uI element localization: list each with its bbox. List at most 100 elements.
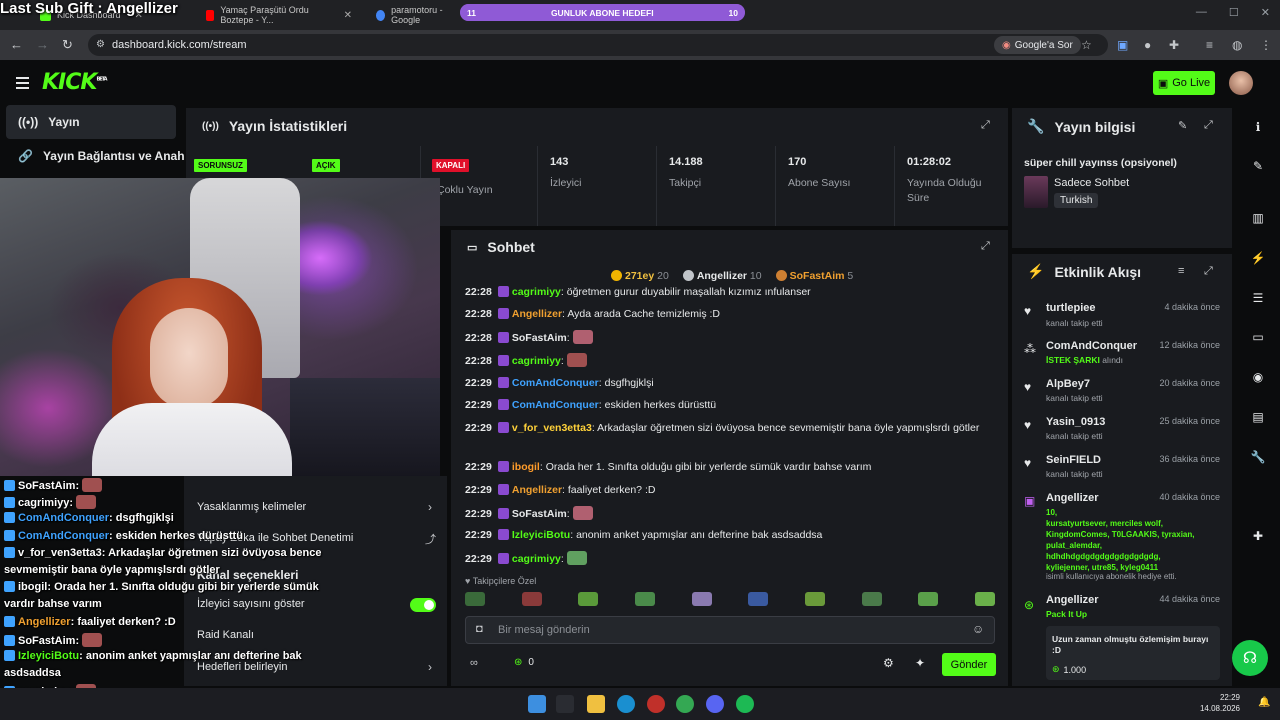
chrome-menu-icon[interactable]: ⋮ — [1260, 38, 1272, 52]
site-info-icon[interactable]: ⚙ — [96, 39, 105, 50]
profile-icon[interactable]: ◍ — [1232, 38, 1242, 52]
chat-message[interactable]: 22:28 Angellizer: Ayda arada Cache temizl… — [465, 307, 995, 322]
wrench-icon[interactable]: 🔧 — [1249, 448, 1267, 466]
sidebar-item-stream-key[interactable]: 🔗Yayın Bağlantısı ve Anahtar — [6, 139, 184, 173]
category-name[interactable]: Sadece Sohbet — [1054, 177, 1129, 189]
emoji-icon[interactable]: ☺ — [972, 622, 984, 636]
obs-icon[interactable] — [647, 695, 665, 713]
windows-start-icon[interactable] — [528, 695, 546, 713]
chat-message[interactable]: 22:29 cagrimiyy: — [465, 551, 995, 567]
chat-username[interactable]: SoFastAim — [512, 332, 567, 344]
external-link-icon[interactable]: ⤴ — [425, 531, 436, 547]
support-headset-icon[interactable]: ☊ — [1232, 640, 1268, 676]
user-avatar[interactable] — [1229, 71, 1253, 95]
hamburger-menu-icon[interactable] — [16, 77, 29, 92]
chat-username[interactable]: ComAndConquer — [512, 399, 599, 411]
send-button[interactable]: Gönder — [942, 653, 996, 676]
chat-users-icon[interactable]: ∞ — [470, 657, 478, 669]
emote-icon[interactable] — [974, 592, 995, 606]
layout-icon[interactable]: ▥ — [1249, 209, 1267, 227]
puzzle-icon[interactable]: ✚ — [1249, 527, 1267, 545]
emote-icon[interactable] — [918, 592, 939, 606]
channel-points[interactable]: ⊛ 0 — [514, 657, 534, 668]
list-icon[interactable]: ☰ — [1249, 289, 1267, 307]
edit-pencil-icon[interactable]: ✎ — [1249, 157, 1267, 175]
extensions-puzzle-icon[interactable]: ✚ — [1169, 38, 1179, 52]
info-icon[interactable]: ℹ — [1249, 118, 1267, 136]
chat-message[interactable]: 22:28 cagrimiyy: öğretmen gurur duyabilir… — [465, 285, 995, 300]
chat-message[interactable]: 22:29 v_for_ven3etta3: Arkadaşlar öğretme… — [465, 421, 995, 436]
browser-tab-google[interactable]: paramotoru - Google — [368, 4, 468, 26]
leader-2[interactable]: Angellizer 10 — [682, 270, 762, 282]
chat-username[interactable]: IzleyiciBotu — [512, 529, 570, 541]
edit-pencil-icon[interactable]: ✎ — [1178, 119, 1187, 132]
chat-message[interactable]: 22:28 SoFastAim: — [465, 330, 995, 346]
emote-icon[interactable] — [521, 592, 542, 606]
chat-username[interactable]: cagrimiyy — [512, 355, 561, 367]
chat-message[interactable]: 22:29 ComAndConquer: dsgfhgjklşi — [465, 376, 995, 391]
badge-icon — [4, 650, 15, 661]
translate-extension-icon[interactable]: ▣ — [1117, 38, 1128, 52]
broadcast-icon[interactable]: ◉ — [1249, 368, 1267, 386]
bookmark-star-icon[interactable]: ☆ — [1081, 38, 1092, 52]
emote-icon[interactable] — [691, 592, 712, 606]
close-window-icon[interactable]: ✕ — [1261, 6, 1270, 19]
chat-mod-tools-icon[interactable]: ✦ — [915, 656, 925, 670]
emote-icon[interactable] — [804, 592, 825, 606]
lightning-icon[interactable]: ⚡ — [1249, 249, 1267, 267]
chat-message[interactable]: 22:28 cagrimiyy: — [465, 353, 995, 369]
browser-tab-youtube[interactable]: Yamaç Paraşütü Ordu Boztepe - Y... ✕ — [198, 4, 360, 26]
emote-icon[interactable] — [578, 592, 599, 606]
chat-username[interactable]: cagrimiyy — [512, 286, 561, 298]
popout-icon[interactable]: ⤢ — [981, 240, 990, 253]
leader-3[interactable]: SoFastAim 5 — [775, 270, 853, 282]
emote-icon[interactable] — [465, 592, 485, 606]
extension-icon[interactable]: ● — [1144, 38, 1151, 52]
reload-icon[interactable]: ↻ — [62, 37, 73, 53]
chat-settings-gear-icon[interactable]: ⚙ — [883, 656, 894, 670]
chat-username[interactable]: Angellizer — [512, 308, 562, 320]
chat-username[interactable]: cagrimiyy — [512, 553, 561, 565]
media-controls-icon[interactable]: ≡ — [1206, 38, 1213, 52]
spotify-icon[interactable] — [736, 695, 754, 713]
layers-icon[interactable]: ▤ — [1249, 408, 1267, 426]
show-viewers-toggle[interactable] — [410, 598, 436, 612]
chat-message-input[interactable]: Bir mesaj gönderin — [465, 616, 995, 644]
back-icon[interactable]: ← — [10, 37, 23, 52]
file-explorer-icon[interactable] — [587, 695, 605, 713]
maximize-icon[interactable]: ☐ — [1229, 6, 1239, 19]
minimize-icon[interactable]: — — [1196, 6, 1207, 19]
chat-shield-icon[interactable]: ◘ — [476, 623, 483, 635]
popout-icon[interactable]: ⤢ — [1204, 119, 1213, 132]
filter-icon[interactable]: ≡ — [1178, 265, 1184, 277]
go-live-button[interactable]: ▣ Go Live — [1153, 71, 1215, 95]
chat-username[interactable]: v_for_ven3etta3 — [512, 422, 592, 434]
chat-username[interactable]: Angellizer — [512, 484, 562, 496]
chat-username[interactable]: SoFastAim — [512, 508, 567, 520]
chat-message[interactable]: 22:29 ibogil: Orada her 1. Sınıfta olduğu… — [465, 460, 995, 475]
popout-icon[interactable]: ⤢ — [981, 119, 990, 132]
emote-icon[interactable] — [861, 592, 882, 606]
discord-icon[interactable] — [706, 695, 724, 713]
task-view-icon[interactable] — [556, 695, 574, 713]
emote-icon[interactable] — [748, 592, 769, 606]
leader-1[interactable]: 271ey 20 — [611, 270, 669, 282]
chrome-icon[interactable] — [676, 695, 694, 713]
notification-bell-icon[interactable]: 🔔 — [1258, 697, 1270, 708]
emote-icon[interactable] — [634, 592, 655, 606]
forward-icon[interactable]: → — [36, 37, 49, 52]
chat-message[interactable]: 22:29 IzleyiciBotu: anonim anket yapmışla… — [465, 528, 995, 543]
chat-username[interactable]: ComAndConquer — [512, 377, 599, 389]
chat-username[interactable]: ibogil — [512, 461, 540, 473]
chat-bubble-icon[interactable]: ▭ — [1249, 328, 1267, 346]
chat-message[interactable]: 22:29 SoFastAim: — [465, 506, 995, 522]
kick-logo[interactable]: KICKBETA — [42, 70, 108, 95]
url-input[interactable]: dashboard.kick.com/stream — [88, 34, 1108, 56]
edge-icon[interactable] — [617, 695, 635, 713]
popout-icon[interactable]: ⤢ — [1204, 265, 1213, 278]
chat-message[interactable]: 22:29 ComAndConquer: eskiden herkes dürüs… — [465, 398, 995, 413]
sidebar-item-stream[interactable]: ((•)) Yayın — [6, 105, 176, 139]
chat-message[interactable]: 22:29 Angellizer: faaliyet derken? :D — [465, 483, 995, 498]
google-ask-button[interactable]: ◉ Google'a Sor — [994, 36, 1081, 54]
close-icon[interactable]: ✕ — [344, 10, 352, 21]
